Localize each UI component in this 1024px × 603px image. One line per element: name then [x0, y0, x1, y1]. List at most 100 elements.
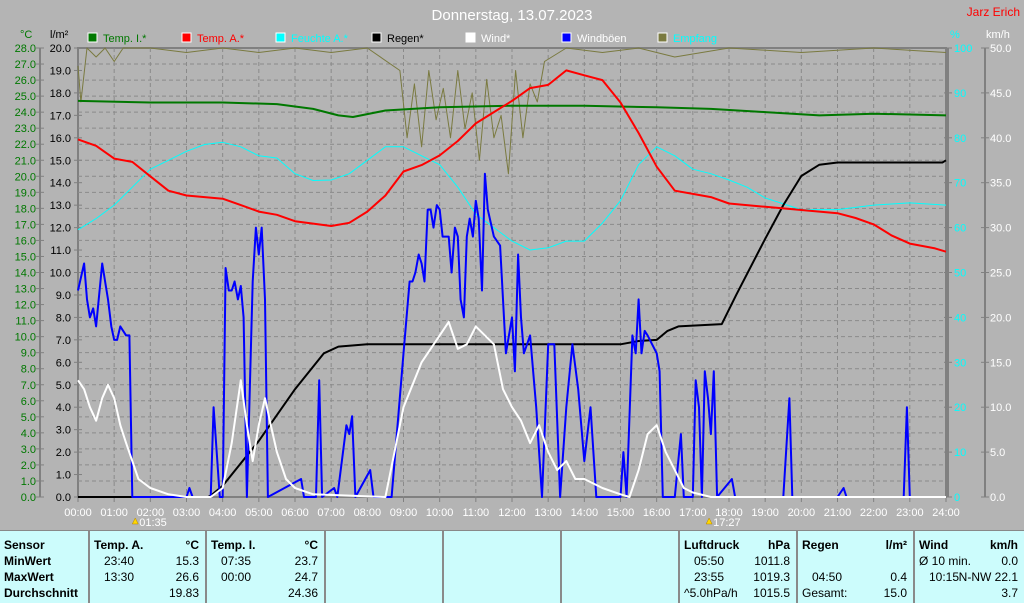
wind-unit: km/h [989, 538, 1018, 552]
rain-total-label: Gesamt: [802, 586, 848, 600]
x-tick-label: 24:00 [932, 507, 960, 519]
temp-i-max: 24.7 [294, 570, 318, 584]
rain-tick-label: 3.0 [56, 425, 71, 437]
empty-column [442, 531, 560, 603]
temp-tick-label: 7.0 [21, 380, 36, 392]
x-tick-label: 06:00 [281, 507, 309, 519]
x-tick-label: 23:00 [896, 507, 924, 519]
pressure-max: 1019.3 [753, 570, 790, 584]
wind-column: Wind km/h Ø 10 min. 0.0 10:15 N-NW 22.1 3.7 [913, 531, 1024, 603]
rain-tick-label: 8.0 [56, 312, 71, 324]
legend-label: Empfang [673, 33, 717, 45]
temp-i-header: Temp. I. [211, 538, 256, 552]
x-tick-label: 00:00 [64, 507, 92, 519]
pressure-trend: ^5.0hPa/h [684, 586, 738, 600]
x-tick-label: 20:00 [788, 507, 816, 519]
temp-tick-label: 3.0 [21, 444, 36, 456]
legend-swatch [561, 32, 572, 43]
rain-tick-label: 11.0 [50, 245, 71, 257]
hum-axis-unit: % [950, 29, 960, 41]
temp-tick-label: 26.0 [15, 75, 36, 87]
hum-tick-label: 30 [954, 357, 966, 369]
pressure-avg: 1015.5 [753, 586, 790, 600]
rain-tick-label: 9.0 [56, 290, 71, 302]
wind-tick-label: 50.0 [990, 43, 1011, 55]
wind-tick-label: 40.0 [990, 133, 1011, 145]
pressure-max-time: 23:55 [694, 570, 725, 584]
temp-tick-label: 13.0 [15, 284, 36, 296]
temp-i-min-time: 07:35 [221, 554, 252, 568]
pressure-min: 1011.8 [754, 554, 790, 568]
pressure-min-time: 05:50 [694, 554, 725, 568]
temp-a-min: 15.3 [175, 554, 199, 568]
temp-i-min: 23.7 [294, 554, 318, 568]
legend: Temp. I.* Temp. A.* Feuchte A.* Regen* Wind*… [87, 32, 717, 45]
hum-tick-label: 10 [954, 447, 966, 459]
rain-axis-unit: l/m² [50, 29, 69, 41]
rain-tick-label: 15.0 [50, 155, 71, 167]
x-tick-label: 09:00 [390, 507, 418, 519]
wind-tick-label: 15.0 [990, 357, 1011, 369]
chart-title: Donnerstag, 13.07.2023 [432, 7, 593, 24]
hum-tick-label: 20 [954, 402, 966, 414]
legend-label: Wind* [481, 33, 511, 45]
wind-tick-label: 35.0 [990, 178, 1011, 190]
pressure-unit: hPa [767, 538, 790, 552]
sensor-column: Sensor MinWert MaxWert Durchschnitt [0, 531, 88, 603]
x-tick-label: 19:00 [751, 507, 779, 519]
temp-tick-label: 27.0 [15, 59, 36, 71]
pressure-header: Luftdruck [684, 538, 740, 552]
legend-label: Regen* [387, 33, 424, 45]
temp-axis-unit: °C [20, 29, 32, 41]
x-tick-label: 21:00 [824, 507, 852, 519]
marker-label: 01:35 [139, 517, 167, 529]
legend-swatch [371, 32, 382, 43]
temp-tick-label: 28.0 [15, 43, 36, 55]
empty-column [560, 531, 678, 603]
rain-max: 0.4 [890, 570, 907, 584]
temp-tick-label: 4.0 [21, 428, 36, 440]
sensor-header: Sensor [4, 538, 45, 552]
x-tick-label: 12:00 [498, 507, 526, 519]
temp-a-avg: 19.83 [168, 586, 199, 600]
temp-i-column: Temp. I. °C 07:35 23.7 00:00 24.7 24.36 [205, 531, 324, 603]
rain-tick-label: 12.0 [50, 223, 71, 235]
x-tick-label: 11:00 [462, 507, 489, 519]
x-tick-label: 03:00 [173, 507, 201, 519]
wind-avg10-label: Ø 10 min. [919, 554, 972, 568]
temp-i-max-time: 00:00 [221, 570, 252, 584]
rain-tick-label: 19.0 [50, 65, 71, 77]
hum-tick-label: 100 [954, 43, 972, 55]
temp-tick-label: 22.0 [15, 139, 36, 151]
x-tick-label: 04:00 [209, 507, 237, 519]
legend-label: Feuchte A.* [291, 33, 349, 45]
x-tick-label: 05:00 [245, 507, 273, 519]
sun-marker-icon [705, 517, 713, 525]
weather-chart: Donnerstag, 13.07.2023 Jarz Erich °C l/m… [15, 5, 1020, 529]
x-tick-label: 10:00 [426, 507, 454, 519]
hum-tick-label: 0 [954, 492, 960, 504]
temp-tick-label: 5.0 [21, 412, 36, 424]
legend-swatch [657, 32, 668, 43]
temp-tick-label: 12.0 [15, 300, 36, 312]
wind-tick-label: 25.0 [990, 268, 1011, 280]
rain-tick-label: 6.0 [56, 357, 71, 369]
temp-tick-label: 1.0 [21, 476, 36, 488]
hum-tick-label: 80 [954, 133, 966, 145]
temp-tick-label: 25.0 [15, 91, 36, 103]
temp-tick-label: 9.0 [21, 348, 36, 360]
hum-tick-label: 40 [954, 312, 966, 324]
temp-a-unit: °C [185, 538, 199, 552]
temp-tick-label: 14.0 [15, 268, 36, 280]
wind-avg: 3.7 [1001, 586, 1018, 600]
rain-tick-label: 18.0 [50, 88, 71, 100]
x-tick-label: 14:00 [571, 507, 599, 519]
rain-max-time: 04:50 [812, 570, 843, 584]
rain-tick-label: 5.0 [56, 380, 71, 392]
temp-i-avg: 24.36 [287, 586, 318, 600]
pressure-column: Luftdruck hPa 05:50 1011.8 23:55 1019.3 ^5.… [678, 531, 796, 603]
rain-tick-label: 4.0 [56, 402, 71, 414]
min-label: MinWert [4, 554, 52, 568]
max-label: MaxWert [4, 570, 54, 584]
rain-unit: l/m² [885, 538, 907, 552]
